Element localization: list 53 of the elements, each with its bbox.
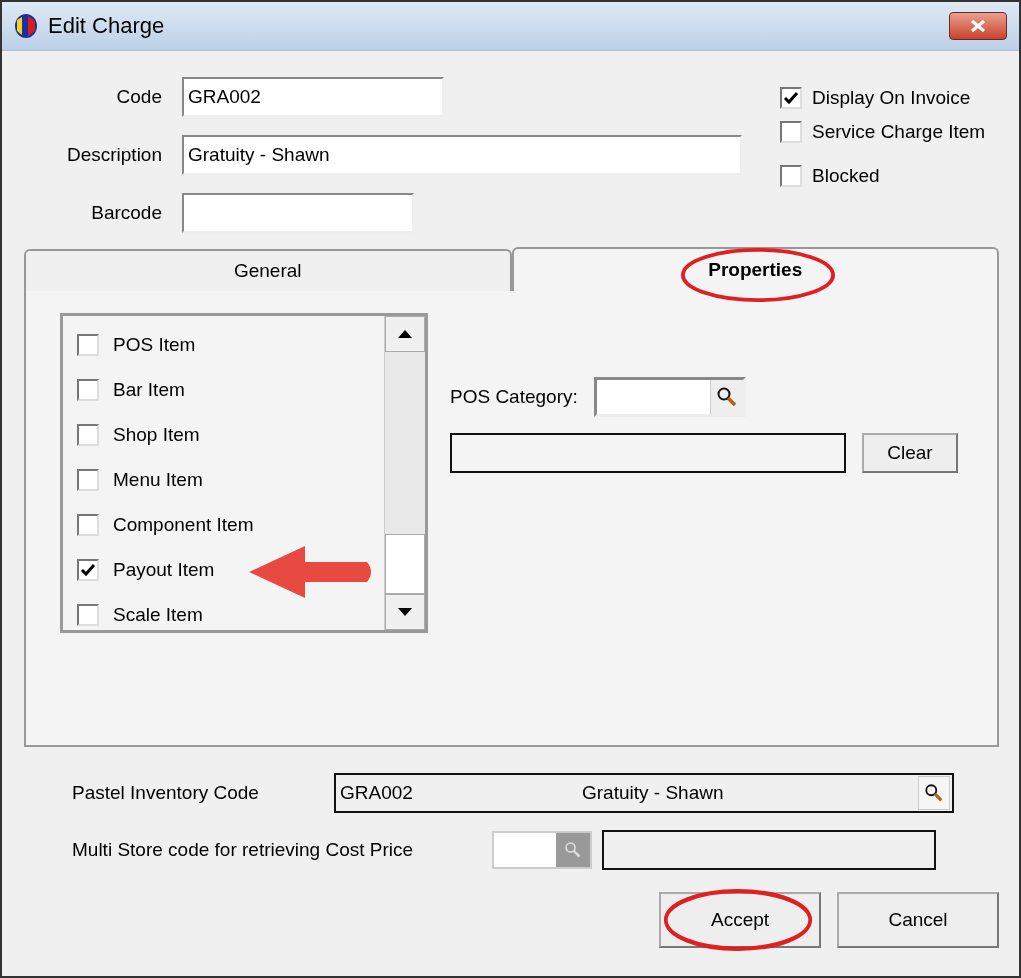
search-icon — [564, 841, 582, 859]
checkbox[interactable] — [780, 165, 802, 187]
checkbox-label: Shop Item — [113, 424, 200, 446]
lookup-field[interactable] — [492, 831, 592, 869]
text-field[interactable] — [182, 193, 414, 233]
dialog-button[interactable]: Cancel — [837, 892, 999, 948]
scroll-down-button[interactable] — [385, 594, 425, 630]
close-icon — [969, 19, 987, 33]
field-value: Gratuity - Shawn — [582, 782, 725, 804]
checkbox-label: Payout Item — [113, 559, 215, 581]
scroll-thumb[interactable] — [385, 534, 425, 594]
checkbox-label: Bar Item — [113, 379, 185, 401]
clear-button[interactable]: Clear — [862, 433, 958, 473]
search-button[interactable] — [709, 380, 743, 414]
checkbox[interactable] — [77, 469, 99, 491]
text-field[interactable]: Gratuity - Shawn — [182, 135, 742, 175]
checkbox-label: Scale Item — [113, 604, 203, 626]
search-button[interactable] — [918, 776, 950, 810]
checkbox[interactable] — [780, 87, 802, 109]
tab[interactable]: Properties — [511, 247, 999, 291]
checkbox[interactable] — [780, 121, 802, 143]
scroll-up-button[interactable] — [385, 316, 425, 352]
lookup-field[interactable] — [593, 377, 746, 417]
field-label: Pastel Inventory Code — [71, 782, 260, 804]
field-label: POS Category: — [450, 386, 578, 408]
checkbox-label: POS Item — [113, 334, 196, 356]
up-arrow-icon — [398, 330, 412, 338]
field-label: Barcode — [90, 202, 162, 224]
checkbox-label: Blocked — [812, 165, 880, 187]
checkbox-label: Service Charge Item — [812, 121, 986, 143]
checkbox[interactable] — [77, 379, 99, 401]
checkbox[interactable] — [77, 424, 99, 446]
scrollbar[interactable] — [384, 316, 425, 630]
field-label: Code — [115, 86, 162, 108]
down-arrow-icon — [398, 608, 412, 616]
close-button[interactable] — [949, 12, 1007, 40]
lookup-field[interactable]: GRA002 Gratuity - Shawn — [334, 773, 954, 813]
checkbox-label: Component Item — [113, 514, 254, 536]
field-label: Description — [65, 144, 162, 166]
field-value: GRA002 — [340, 782, 414, 804]
checkbox-label: Menu Item — [113, 469, 203, 491]
checkbox[interactable] — [77, 604, 99, 626]
app-logo-icon — [14, 13, 38, 39]
checkbox-label: Display On Invoice — [812, 87, 971, 109]
field-label: Multi Store code for retrieving Cost Price — [71, 839, 415, 861]
checkbox[interactable] — [77, 514, 99, 536]
checkbox[interactable] — [77, 559, 99, 581]
window-title: Edit Charge — [48, 13, 166, 39]
search-icon — [715, 386, 738, 408]
text-field[interactable]: GRA002 — [182, 77, 444, 117]
tab[interactable]: General — [24, 249, 512, 291]
checkbox[interactable] — [77, 334, 99, 356]
search-icon — [924, 783, 944, 803]
